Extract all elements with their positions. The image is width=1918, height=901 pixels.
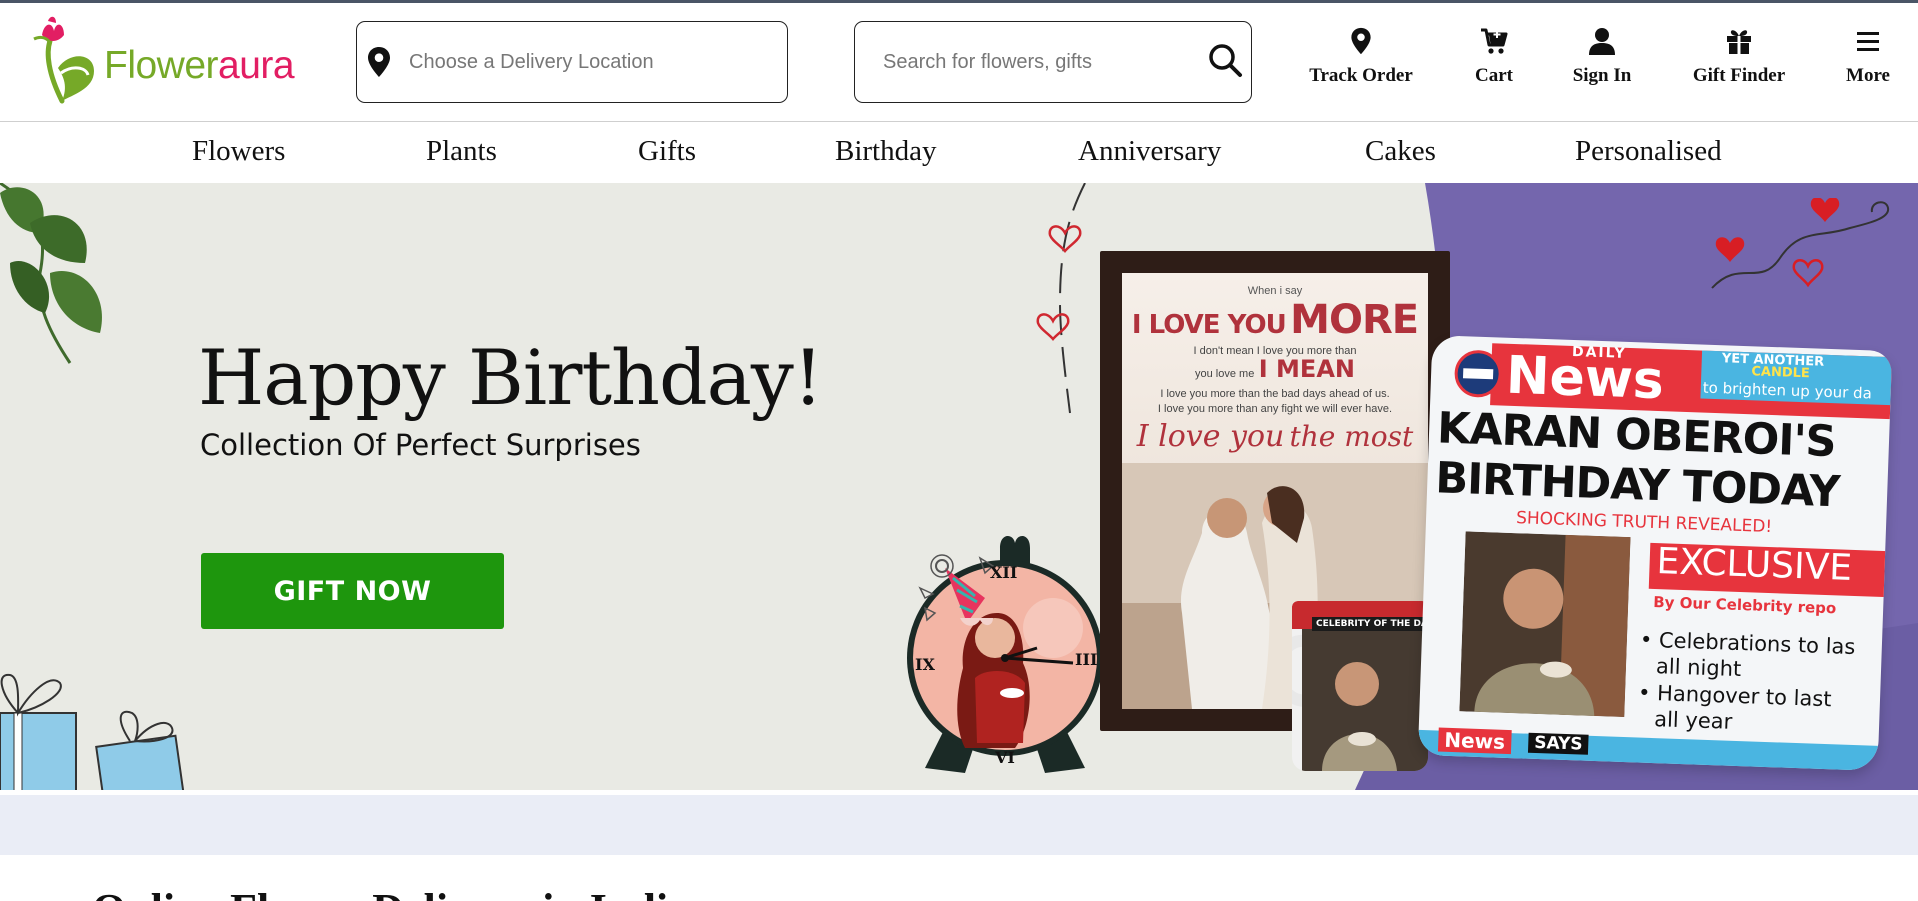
frame-text-line2: I LOVE YOU MORE	[1122, 297, 1428, 343]
delivery-location-input[interactable]	[409, 50, 769, 74]
photo-clock-product: XII III VI IX	[905, 528, 1105, 778]
sign-in-button[interactable]: Sign In	[1566, 27, 1638, 87]
pillow-footer-news: News	[1437, 727, 1512, 755]
clock-numeral-vi: VI	[995, 748, 1015, 767]
hamburger-icon	[1857, 32, 1879, 51]
category-cakes[interactable]: Cakes	[1365, 135, 1436, 168]
map-pin-icon	[368, 47, 390, 77]
more-label: More	[1846, 65, 1890, 86]
frame-text-love-you: I LOVE YOU	[1131, 310, 1287, 340]
photo-mug-product: CELEBRITY OF THE DAY	[1292, 601, 1428, 771]
frame-text-the-most: the most	[1289, 420, 1414, 453]
news-pillow-product: DAILY News YET ANOTHER CANDLE to brighte…	[1417, 335, 1893, 771]
frame-text-i-mean: I MEAN	[1258, 355, 1355, 383]
gift-box-illustration	[0, 673, 185, 790]
news-badge-icon	[1454, 350, 1502, 398]
more-menu-button[interactable]: More	[1840, 27, 1896, 87]
pillow-bullet2-cont: all year	[1653, 707, 1733, 734]
leaf-decoration	[0, 183, 102, 364]
flower-logo-icon	[33, 16, 94, 104]
frame-text-you-love-me: you love me	[1195, 368, 1255, 380]
map-pin-icon	[1351, 27, 1371, 55]
clock-numeral-xii: XII	[990, 563, 1018, 582]
gift-now-button[interactable]: GIFT NOW	[201, 553, 504, 629]
gift-finder-label: Gift Finder	[1692, 65, 1786, 86]
frame-text-i-love-you: I love you	[1136, 419, 1285, 454]
section-heading: Online Flower Delivery in India	[92, 884, 690, 901]
track-order-label: Track Order	[1309, 65, 1413, 86]
pillow-exclusive: EXCLUSIVE	[1655, 541, 1853, 589]
pillow-byline: By Our Celebrity repo	[1652, 592, 1837, 618]
category-nav: Flowers Plants Gifts Birthday Anniversar…	[0, 123, 1918, 183]
pillow-footer-says: SAYS	[1527, 732, 1589, 755]
cart-icon	[1481, 28, 1508, 54]
gift-finder-button[interactable]: Gift Finder	[1686, 27, 1792, 87]
search-field[interactable]	[854, 21, 1252, 103]
pillow-masthead: News	[1505, 345, 1665, 412]
floweraura-logo[interactable]: Floweraura	[28, 13, 308, 108]
mug-banner-text: CELEBRITY OF THE DAY	[1312, 617, 1428, 631]
logo-text-aura: aura	[218, 44, 295, 87]
cart-label: Cart	[1475, 65, 1513, 86]
category-personalised[interactable]: Personalised	[1575, 135, 1722, 168]
banner-title: Happy Birthday!	[198, 333, 823, 422]
category-plants[interactable]: Plants	[426, 135, 497, 168]
category-anniversary[interactable]: Anniversary	[1078, 135, 1221, 168]
frame-text-line4: you love me I MEAN	[1122, 355, 1428, 383]
site-header: Floweraura Track Order Cart	[0, 3, 1918, 122]
logo-wordmark: Floweraura	[104, 44, 295, 88]
pillow-bullet1-cont: all night	[1655, 654, 1742, 682]
frame-text-line7: I love you the most	[1122, 419, 1428, 454]
category-flowers[interactable]: Flowers	[192, 135, 285, 168]
track-order-button[interactable]: Track Order	[1306, 27, 1416, 87]
cart-button[interactable]: Cart	[1466, 27, 1522, 87]
gift-icon	[1727, 30, 1751, 54]
clock-numeral-ix: IX	[915, 655, 935, 674]
pillow-tagline2: CANDLE	[1751, 364, 1811, 382]
mug-photo	[1302, 629, 1428, 771]
logo-text-flower: Flower	[104, 44, 219, 87]
search-input[interactable]	[883, 50, 1203, 74]
section-divider-strip	[0, 795, 1918, 855]
delivery-location-field[interactable]	[356, 21, 788, 103]
frame-text-line1: When i say	[1247, 285, 1303, 297]
sign-in-label: Sign In	[1572, 65, 1632, 86]
frame-text-line5: I love you more than the bad days ahead …	[1160, 388, 1390, 400]
category-gifts[interactable]: Gifts	[638, 135, 696, 168]
hearts-decoration	[1036, 183, 1086, 414]
user-icon	[1589, 28, 1615, 55]
frame-text-line6: I love you more than any fight we will e…	[1157, 403, 1393, 415]
hearts-swirl-decoration	[1711, 198, 1890, 289]
banner-subtitle: Collection Of Perfect Surprises	[200, 428, 641, 462]
clock-numeral-iii: III	[1075, 650, 1098, 669]
search-icon[interactable]	[1207, 42, 1243, 78]
pillow-photo	[1459, 531, 1631, 718]
category-birthday[interactable]: Birthday	[835, 135, 937, 168]
hero-banner[interactable]: Happy Birthday! Collection Of Perfect Su…	[0, 183, 1918, 790]
frame-text-more: MORE	[1290, 297, 1419, 343]
